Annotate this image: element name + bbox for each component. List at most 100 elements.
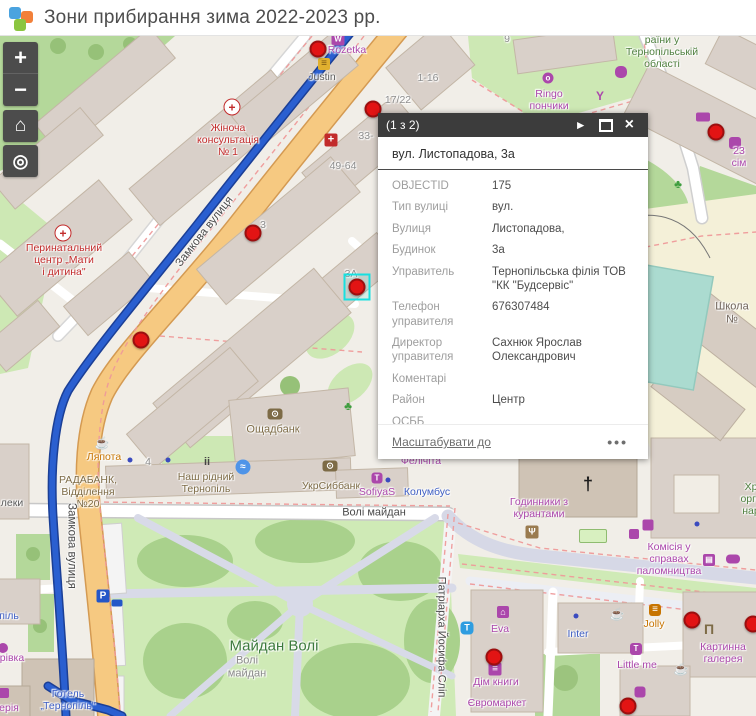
dress-icon [635,687,646,698]
map-label: Наш рідний Тернопіль [178,471,235,495]
taxi-icon: T [461,622,474,635]
popup-title: вул. Листопадова, 3а [392,147,634,161]
feature-marker[interactable] [245,225,262,242]
map-label: Ощадбанк [246,424,299,437]
shop-icon [0,643,8,653]
map-canvas[interactable]: RozetkaJustinRingo пончики91-1617/22Жіно… [0,36,756,716]
poi-dot-icon [574,614,579,619]
popup-title-wrap: вул. Листопадова, 3а [378,137,648,170]
field-value: Центр [492,393,634,407]
map-label: Хр орга нар [740,481,756,517]
plant-icon: Ψ [526,526,539,539]
bench-icon [579,529,607,543]
app-header: Зони прибирання зима 2022-2023 рр. [0,0,756,36]
poi-dot-icon [128,458,133,463]
map-label: Євромаркет [468,697,527,709]
popup-maximize-button[interactable] [593,119,619,132]
map-label: Замкова вулиця [173,194,236,270]
field-label: Телефон управителя [392,300,492,329]
map-label: SofiyaS [359,486,395,498]
popup-field-row: УправительТернопільська філія ТОВ "КК "Б… [392,265,634,294]
zoom-to-link[interactable]: Масштабувати до [392,435,491,449]
locate-button[interactable]: ◎ [3,145,38,177]
feature-marker[interactable] [486,649,503,666]
map-label: РАДАБАНК, Відділення №20 [59,474,117,510]
feature-marker[interactable] [708,124,725,141]
fountain-icon: ≈ [236,460,251,475]
lock-icon [643,520,654,531]
feature-marker[interactable] [310,41,327,58]
map-label: УкрСиббанк [302,480,360,492]
popup-field-row: Телефон управителя676307484 [392,300,634,329]
map-label: раїни у Тернопільській області [626,36,698,70]
minus-icon: − [14,77,27,103]
shop-icon: ⌂ [497,606,509,618]
lock-icon [629,529,639,539]
field-value: 175 [492,179,634,193]
popup-header: (1 з 2) ► × [378,113,648,137]
map-label: Колумбус [404,486,450,498]
map-label: 17/22 [385,94,411,106]
map-label: Jolly [643,618,664,630]
field-value: 676307484 [492,300,634,329]
bank-icon: ⊙ [323,461,338,472]
plus-icon: + [14,45,27,71]
map-label: Inter [567,628,588,640]
basket-icon [729,137,741,149]
feature-marker[interactable] [684,612,701,629]
home-button[interactable]: ⌂ [3,110,38,142]
maximize-icon [599,119,613,132]
popup-field-row: Коментарі [392,372,634,386]
selected-feature-marker[interactable] [349,279,366,296]
popup-field-row: РайонЦентр [392,393,634,407]
burger-icon: ≡ [649,604,661,616]
cupcake-icon [615,66,627,78]
popup-field-row: ОСББ [392,415,634,425]
shop-icon [0,688,9,698]
popup-pager: (1 з 2) [386,118,420,132]
popup-next-button[interactable]: ► [569,118,593,132]
field-label: ОСББ [392,415,492,425]
popup-field-row: Будинок3а [392,243,634,257]
field-value: Сахнюк Ярослав Олександрович [492,336,634,365]
map-label: піль [0,610,19,622]
map-label: Майдан Волі [229,637,318,654]
map-label: Волі майдан [228,654,266,679]
popup-close-button[interactable]: × [619,117,640,133]
field-value: 3а [492,243,634,257]
clinic-cross-icon: + [55,225,72,242]
app-title: Зони прибирання зима 2022-2023 рр. [44,7,381,29]
map-label: 4 [145,456,151,468]
home-icon: ⌂ [15,115,26,137]
feature-marker[interactable] [620,698,637,715]
clinic-cross-icon: + [224,99,241,116]
layers-icon: ≡ [318,58,330,70]
popup-footer: Масштабувати до ••• [378,424,648,459]
field-value [492,415,634,425]
field-value: вул. [492,200,634,214]
map-label: Rozetka [328,44,367,56]
map-label: Замкова вулиця [64,503,77,589]
feature-marker[interactable] [133,332,150,349]
feature-popup: (1 з 2) ► × вул. Листопадова, 3а OBJECTI… [378,113,648,459]
map-label: Картинна галерея [700,641,746,665]
popup-more-button[interactable]: ••• [601,433,634,451]
map-label: Патріарха Йосифа Сліп [435,577,448,698]
field-label: Коментарі [392,372,492,386]
poi-dot-icon [695,522,700,527]
poi-dot-icon [386,478,391,483]
map-label: Школа № [715,300,748,325]
app-logo-icon [8,5,34,31]
popup-fields: OBJECTID175Тип вулицівул.ВулицяЛистопадо… [378,170,648,424]
popup-field-row: ВулицяЛистопадова, [392,222,634,236]
field-label: Район [392,393,492,407]
car-icon [112,600,123,607]
zoom-in-button[interactable]: + [3,42,38,74]
feature-marker[interactable] [745,616,756,633]
map-label: Дім книги [473,676,519,688]
sofa-icon [696,113,710,122]
field-value [492,372,634,386]
zoom-out-button[interactable]: − [3,74,38,106]
map-label: Жіноча консультація № 1 [197,122,259,158]
field-label: Тип вулиці [392,200,492,214]
